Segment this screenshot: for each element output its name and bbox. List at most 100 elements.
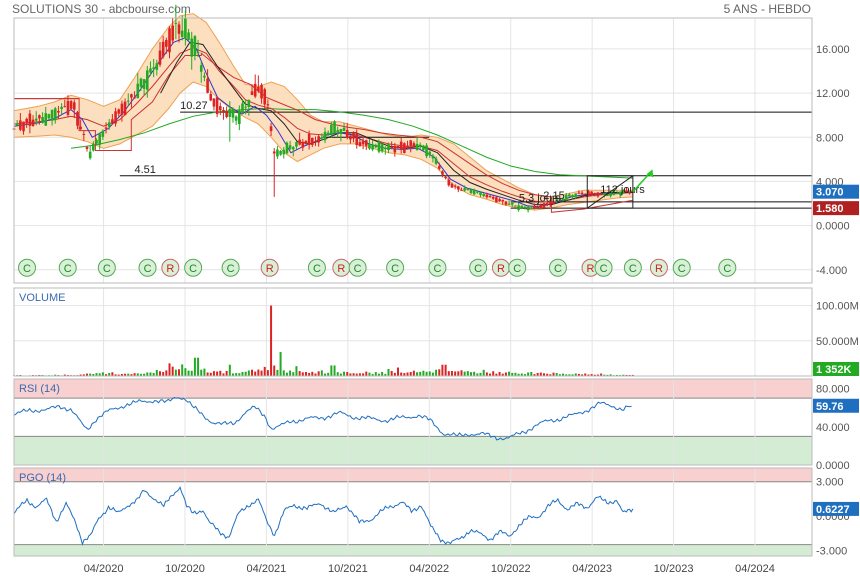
- candle-body: [28, 113, 32, 126]
- candle-body: [418, 144, 422, 148]
- candle-body: [85, 146, 89, 149]
- volume-bar: [165, 370, 168, 376]
- signal-letter-10: C: [354, 263, 362, 275]
- volume-bar: [457, 371, 460, 376]
- candle-body: [123, 101, 127, 116]
- candle-body: [101, 130, 105, 137]
- candle-body: [476, 191, 479, 193]
- candle-body: [104, 127, 108, 129]
- volume-bar: [197, 357, 200, 376]
- y-tick-label: 12.000: [816, 88, 850, 100]
- candle-body: [38, 115, 41, 119]
- volume-bar: [298, 371, 301, 376]
- candle-body: [285, 142, 289, 154]
- candle-body: [288, 145, 292, 149]
- x-tick-label-2: 04/2021: [247, 563, 287, 575]
- candle-body: [466, 188, 470, 190]
- volume-bar: [539, 372, 542, 376]
- candle-body: [514, 205, 517, 207]
- candle-body: [349, 135, 352, 140]
- candle-body: [364, 140, 368, 146]
- candle-body: [447, 179, 451, 186]
- rsi-label: RSI (14): [19, 383, 60, 395]
- candle-body: [437, 166, 441, 169]
- candle-body: [136, 83, 140, 99]
- signal-letter-3: C: [144, 263, 152, 275]
- signal-letter-22: C: [723, 263, 731, 275]
- candle-body: [31, 119, 35, 126]
- x-tick-label-8: 04/2024: [735, 563, 775, 575]
- candle-body: [593, 193, 597, 195]
- candle-body: [530, 207, 533, 209]
- candle-body: [504, 201, 508, 205]
- volume-bar: [101, 372, 104, 376]
- volume-label: VOLUME: [19, 292, 65, 304]
- candle-body: [269, 126, 273, 132]
- volume-bar: [422, 370, 425, 376]
- volume-bar: [374, 372, 377, 376]
- volume-bar: [346, 372, 349, 376]
- candle-body: [203, 75, 206, 78]
- y-tick-label: 8.000: [816, 132, 844, 144]
- candle-body: [333, 121, 336, 134]
- volume-bar: [174, 369, 177, 376]
- volume-bar: [149, 372, 152, 376]
- candle-body: [244, 106, 247, 108]
- candle-body: [241, 103, 244, 113]
- candle-body: [342, 127, 346, 132]
- signal-letter-9: R: [337, 263, 345, 275]
- candle-body: [320, 137, 324, 139]
- volume-bar: [330, 365, 333, 376]
- volume-bar: [530, 372, 533, 376]
- volume-bar: [365, 371, 368, 376]
- candle-body: [460, 189, 463, 191]
- x-tick-label-4: 04/2022: [409, 563, 449, 575]
- candle-body: [152, 67, 155, 70]
- volume-bar: [190, 370, 193, 376]
- candle-body: [171, 25, 174, 41]
- volume-bar: [317, 371, 320, 376]
- candle-body: [326, 132, 330, 135]
- chart-title: SOLUTIONS 30 - abcbourse.com: [12, 2, 191, 16]
- candle-body: [330, 124, 333, 135]
- candle-body: [120, 103, 124, 115]
- signal-letter-7: R: [266, 263, 274, 275]
- candle-body: [260, 84, 263, 99]
- y-tick-label: 40.000: [816, 422, 850, 434]
- volume-bar: [171, 366, 174, 376]
- pgo-high-zone: [14, 468, 812, 482]
- candle-body: [107, 122, 111, 127]
- candle-body: [177, 24, 181, 34]
- candle-body: [498, 199, 501, 202]
- candle-body: [482, 194, 485, 197]
- candle-body: [44, 113, 48, 126]
- candle-body: [174, 22, 178, 24]
- candle-body: [209, 93, 213, 101]
- signal-letter-4: R: [166, 263, 174, 275]
- candle-body: [165, 40, 168, 47]
- candle-body: [323, 131, 327, 141]
- volume-badge: 1 352K: [816, 364, 852, 376]
- volume-bar: [146, 372, 149, 376]
- signal-letter-1: C: [64, 263, 72, 275]
- volume-bar: [387, 368, 390, 376]
- y-tick-label: 0.0000: [816, 460, 850, 472]
- candle-body: [339, 129, 343, 135]
- candle-body: [253, 83, 257, 97]
- volume-bar: [419, 371, 422, 376]
- signal-letter-13: C: [474, 263, 482, 275]
- candle-body: [564, 194, 568, 200]
- volume-bar: [343, 371, 346, 376]
- candle-body: [98, 133, 101, 145]
- volume-bar: [193, 357, 196, 376]
- volume-bar: [200, 369, 203, 376]
- volume-bar: [527, 372, 530, 376]
- candle-body: [212, 98, 216, 107]
- candle-body: [510, 202, 514, 205]
- volume-bar: [251, 369, 254, 376]
- volume-bar: [276, 369, 279, 376]
- volume-bar: [219, 370, 222, 376]
- candle-body: [111, 119, 114, 124]
- volume-bar: [225, 370, 228, 376]
- pgo-low-zone: [14, 544, 812, 556]
